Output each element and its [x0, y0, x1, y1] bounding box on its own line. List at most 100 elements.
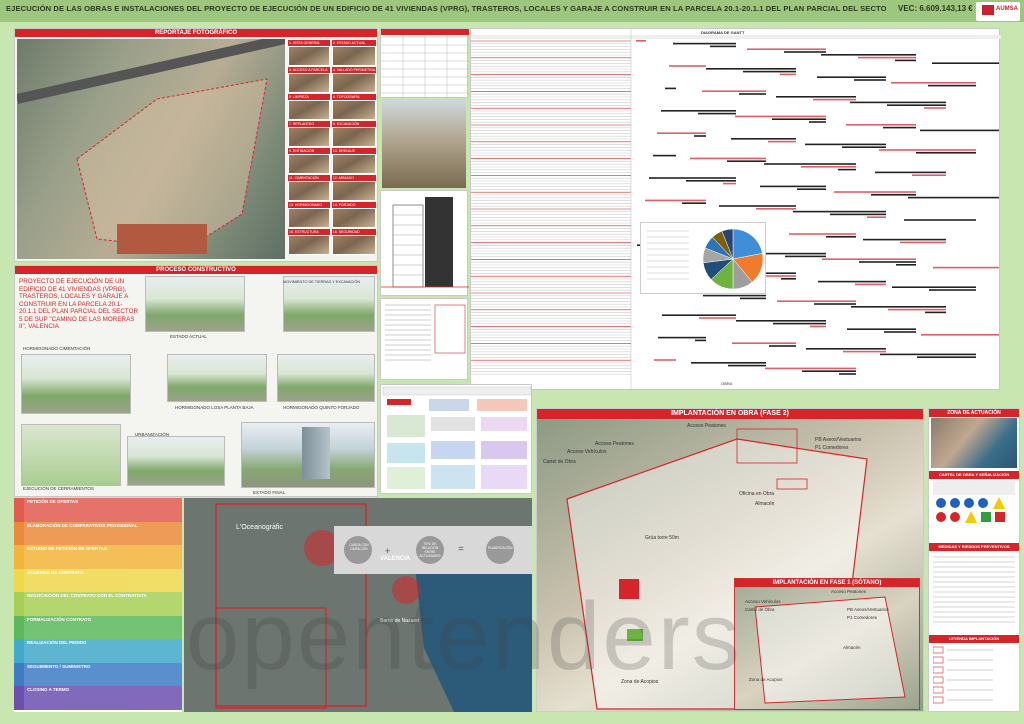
phase1-almacen: Almacén — [843, 645, 861, 650]
gantt-bar — [883, 126, 916, 129]
step-color-bar — [14, 521, 24, 545]
gantt-bar — [867, 216, 886, 218]
gantt-bar — [743, 70, 796, 73]
render-stage-3 — [21, 354, 131, 414]
gantt-bar — [847, 328, 916, 330]
gantt-bar — [698, 112, 736, 115]
implantacion1-title: IMPLANTACIÓN EN FASE 1 (SÓTANO) — [735, 579, 919, 587]
label-acceso-peatones-2: Acceso Peatones — [595, 441, 634, 447]
leyenda-graphic — [932, 646, 993, 704]
gantt-bar — [769, 345, 796, 347]
table-lines-graphic — [381, 29, 469, 99]
map-label-valencia: VALENCIA — [380, 556, 411, 562]
logo-mark-icon — [982, 5, 994, 15]
notes-lines — [385, 304, 466, 361]
phase1-aseos: PB Aseos/Vestuarios — [847, 607, 889, 612]
photo-image — [288, 73, 330, 93]
gantt-bar — [838, 168, 856, 171]
photo-thumbnail: 14. FORJADO — [331, 202, 376, 228]
gantt-bar — [727, 160, 766, 162]
thumbnail-grid: 1. VISTA GENERAL 2. ESTADO ACTUAL 3. ACCES… — [288, 40, 376, 255]
gantt-bar — [908, 196, 999, 199]
pie-chart — [647, 228, 764, 290]
site-photo — [382, 100, 466, 188]
aerial-site-photo — [15, 34, 287, 259]
gantt-bar — [649, 177, 736, 179]
phase1-acceso-peatones: Acceso Peatones — [831, 589, 867, 594]
gantt-bar — [863, 238, 946, 241]
gantt-bar — [850, 101, 946, 104]
step-title: PETICIÓN DE OFERTAS — [27, 499, 79, 504]
step-body: ACUERDO DE CONTRATO — [24, 568, 182, 592]
label-cartel-obra: Cartel de Obra — [543, 459, 576, 465]
label-grua: Grúa torre 50m — [645, 535, 679, 541]
gantt-bar — [916, 152, 976, 154]
step-body: ESTUDIO DE PETICIÓN DE OFERTAS — [24, 545, 182, 569]
page-title: EJECUCIÓN DE LAS OBRAS E INSTALACIONES D… — [6, 4, 886, 13]
step-title: ACUERDO DE CONTRATO — [27, 569, 84, 575]
step-color-bar — [14, 545, 24, 569]
gantt-bar — [690, 157, 766, 160]
gantt-bar — [740, 297, 766, 300]
proceso-panel: PROCESO CONSTRUCTIVO PROYECTO DE EJECUCI… — [14, 265, 378, 497]
gantt-bar — [858, 56, 916, 59]
gantt-bar — [932, 62, 999, 64]
gantt-bar — [768, 140, 796, 143]
section-graphic — [381, 197, 469, 288]
gantt-bar — [821, 54, 916, 56]
render-stage-2 — [283, 276, 375, 332]
step-item: SEGUIMIENTO / SUMINISTRO — [14, 662, 182, 686]
photo-image — [288, 208, 330, 228]
gantt-bar — [805, 143, 886, 146]
step-body: REALIZACIÓN DEL PEDIDO — [24, 639, 182, 663]
step-color-bar — [14, 686, 24, 710]
step-item: PETICIÓN DE OFERTAS — [14, 498, 182, 522]
label-comedores: P1 Comedores — [815, 445, 849, 451]
gantt-bar — [789, 233, 856, 235]
step-title: ESTUDIO DE PETICIÓN DE OFERTAS — [27, 546, 107, 551]
step-item: CLOSING A TERMO — [14, 686, 182, 710]
gantt-bar — [669, 65, 706, 67]
building-section-drawing — [380, 190, 469, 296]
gantt-bar — [814, 303, 856, 305]
gantt-bar — [682, 202, 706, 204]
gantt-bar — [654, 359, 676, 361]
gantt-bar — [732, 342, 796, 344]
gantt-bar — [691, 362, 766, 364]
gantt-bar — [928, 84, 976, 87]
step-title: FORMALIZACIÓN CONTRATO — [27, 616, 92, 622]
step-color-bar — [14, 639, 24, 663]
gantt-bar — [822, 258, 916, 260]
photo-image — [288, 46, 330, 66]
implantacion-fase1-panel: IMPLANTACIÓN EN FASE 1 (SÓTANO) Acceso P… — [734, 578, 920, 710]
map-label-oceanografic: L'Oceanogràfic — [236, 524, 283, 531]
gantt-bar — [892, 286, 976, 288]
summary-table — [380, 28, 469, 99]
formula-plus: + — [385, 546, 391, 556]
stage-1-label: ESTADO ACTUAL — [170, 334, 207, 339]
zona-map — [931, 418, 1017, 468]
steps-container: PETICIÓN DE OFERTAS ELABORACIÓN DE COMPAR… — [14, 498, 182, 710]
proceso-title: PROCESO CONSTRUCTIVO — [15, 266, 377, 274]
photo-image — [288, 154, 330, 174]
photo-image — [331, 208, 376, 228]
gantt-footer: OBRA — [721, 381, 733, 386]
formula-term-3: PLANIFICACIÓN — [488, 546, 513, 550]
gantt-bar — [731, 138, 796, 140]
gantt-bar — [875, 171, 946, 174]
gantt-bar — [765, 367, 856, 370]
gantt-bar — [891, 82, 976, 84]
gantt-bar — [653, 154, 676, 157]
gantt-bar — [834, 191, 916, 193]
gantt-bar — [896, 264, 916, 266]
gantt-bar — [851, 306, 946, 308]
steps-list: PETICIÓN DE OFERTAS ELABORACIÓN DE COMPAR… — [14, 498, 182, 712]
gantt-bar — [723, 182, 736, 185]
step-color-bar — [14, 592, 24, 616]
gantt-bar — [854, 79, 886, 81]
gantt-bar — [929, 289, 976, 291]
gantt-bar — [895, 59, 916, 62]
label-acceso-vehiculos: Acceso Vehículos — [567, 449, 607, 455]
gantt-bar — [735, 115, 826, 118]
stage-3-label: HORMIGONADO CIMENTACIÓN — [23, 346, 91, 351]
